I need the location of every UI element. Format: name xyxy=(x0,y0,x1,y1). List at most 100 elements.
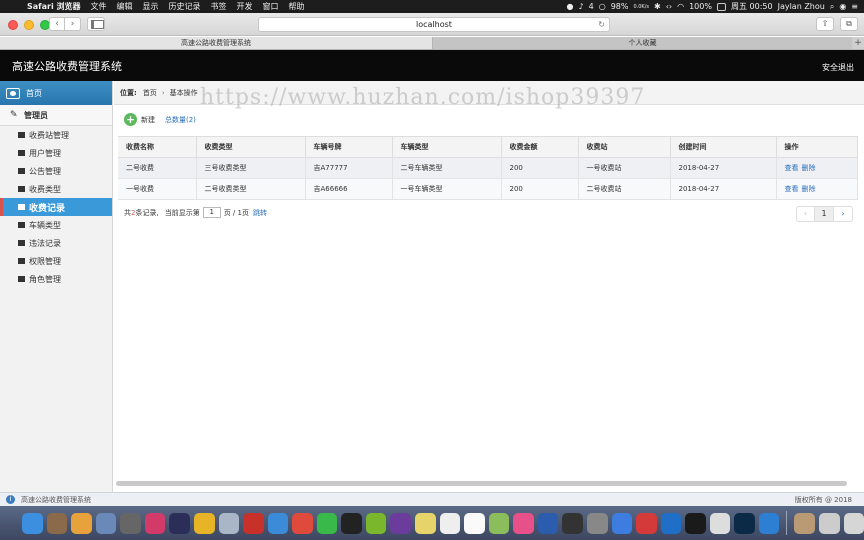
delete-link[interactable]: 删除 xyxy=(802,164,816,172)
page-1-button[interactable]: 1 xyxy=(815,206,834,222)
browser-icon[interactable] xyxy=(758,512,780,534)
downloads-icon[interactable] xyxy=(818,512,840,534)
sidebar-toggle-button[interactable] xyxy=(87,17,105,31)
battery-icon[interactable] xyxy=(716,2,726,11)
view-link[interactable]: 查看 xyxy=(785,185,799,193)
axure-icon[interactable] xyxy=(390,512,411,534)
qq-icon[interactable] xyxy=(341,512,362,534)
circle-icon[interactable]: ○ xyxy=(599,2,606,11)
prev-page-button[interactable]: ‹ xyxy=(796,206,815,222)
browser-tab-strip: 高速公路收费管理系统 个人收藏 + xyxy=(0,37,864,50)
bell-icon[interactable]: ♪ xyxy=(579,2,584,11)
minimize-window-button[interactable] xyxy=(24,20,34,30)
address-bar[interactable]: localhost ↻ xyxy=(258,17,610,32)
table-row[interactable]: 一号收费 二号收费类型 吉A66666 一号车辆类型 200 二号收费站 201… xyxy=(118,178,858,200)
jump-link[interactable]: 跳转 xyxy=(253,208,267,218)
photos-icon[interactable] xyxy=(71,512,92,534)
teamviewer-icon[interactable] xyxy=(660,512,682,534)
baidu-cloud-icon[interactable] xyxy=(611,512,633,534)
menu-history[interactable]: 历史记录 xyxy=(169,1,201,12)
bluetooth-icon[interactable]: ✱ xyxy=(654,2,661,11)
stickies-icon[interactable] xyxy=(415,512,436,534)
chrome-icon[interactable] xyxy=(365,512,387,534)
tab-system[interactable]: 高速公路收费管理系统 xyxy=(0,37,433,49)
sidebar-home-label: 首页 xyxy=(26,88,42,98)
table-row[interactable]: 二号收费 三号收费类型 吉A77777 二号车辆类型 200 一号收费站 201… xyxy=(118,157,858,179)
mail-icon[interactable] xyxy=(292,512,313,534)
menu-app-name[interactable]: Safari 浏览器 xyxy=(27,1,81,12)
word-icon[interactable] xyxy=(537,512,559,534)
new-button[interactable]: 新建 xyxy=(141,115,155,125)
database-icon[interactable] xyxy=(218,512,240,534)
sidebar-item-label: 用户管理 xyxy=(29,148,61,158)
vm-icon[interactable] xyxy=(636,512,657,534)
show-tabs-button[interactable]: ⧉ xyxy=(840,17,858,31)
menu-file[interactable]: 文件 xyxy=(91,1,107,12)
forward-button[interactable]: › xyxy=(65,17,81,31)
horizontal-scrollbar[interactable] xyxy=(116,481,847,486)
menu-develop[interactable]: 开发 xyxy=(237,1,253,12)
share-button[interactable]: ⇧ xyxy=(816,17,834,31)
sidebar-item-notices[interactable]: 公告管理 xyxy=(0,162,112,180)
textedit-icon[interactable] xyxy=(439,512,461,534)
photoshop-icon[interactable] xyxy=(734,512,755,534)
sidebar-group-admin[interactable]: ✎ 管理员 xyxy=(0,105,112,126)
menu-edit[interactable]: 编辑 xyxy=(117,1,133,12)
sidebar-item-station[interactable]: 收费站管理 xyxy=(0,126,112,144)
menu-help[interactable]: 帮助 xyxy=(289,1,305,12)
logout-link[interactable]: 安全退出 xyxy=(822,62,854,73)
tab-favorites[interactable]: 个人收藏 xyxy=(433,37,852,49)
preview-icon[interactable] xyxy=(95,512,117,534)
wechat-icon[interactable]: ● xyxy=(567,2,574,11)
siri-icon[interactable]: ◉ xyxy=(839,2,846,11)
script-editor-icon[interactable] xyxy=(709,512,731,534)
launchpad-icon[interactable] xyxy=(120,512,141,534)
search-icon[interactable]: ⌕ xyxy=(830,2,834,12)
sidebar-item-label: 收费记录 xyxy=(29,203,66,214)
sidebar-item-violations[interactable]: 违法记录 xyxy=(0,234,112,252)
documents-icon[interactable] xyxy=(794,512,815,534)
sidebar-home[interactable]: 首页 xyxy=(0,81,112,105)
system-prefs-icon[interactable] xyxy=(586,512,608,534)
cell-amount: 200 xyxy=(501,178,579,200)
notes-app-icon[interactable] xyxy=(46,512,68,534)
finder-icon[interactable] xyxy=(22,512,43,534)
back-button[interactable]: ‹ xyxy=(49,17,65,31)
wechat-dock-icon[interactable] xyxy=(316,512,338,534)
fee-records-table: 收费名称 收费类型 车辆号牌 车辆类型 收费金额 收费站 创建时间 操作 二号收… xyxy=(118,136,858,200)
redis-icon[interactable] xyxy=(243,512,264,534)
menu-window[interactable]: 窗口 xyxy=(263,1,279,12)
delete-link[interactable]: 删除 xyxy=(802,185,816,193)
menu-bookmarks[interactable]: 书签 xyxy=(211,1,227,12)
maps-icon[interactable] xyxy=(488,512,510,534)
trash-icon[interactable] xyxy=(843,512,864,534)
page-number-input[interactable]: 1 xyxy=(202,207,221,218)
sidebar-item-roles[interactable]: 角色管理 xyxy=(0,270,112,288)
next-page-button[interactable]: › xyxy=(834,206,853,222)
add-icon[interactable]: + xyxy=(124,113,137,126)
user-name[interactable]: Jaylan Zhou xyxy=(778,2,825,11)
new-tab-button[interactable]: + xyxy=(852,37,864,49)
wifi-icon[interactable]: ◠ xyxy=(677,2,684,11)
tomcat-icon[interactable] xyxy=(193,512,215,534)
calendar-icon[interactable] xyxy=(464,512,485,534)
intellij-icon[interactable] xyxy=(144,512,166,534)
reload-icon[interactable]: ↻ xyxy=(598,18,605,31)
view-link[interactable]: 查看 xyxy=(785,164,799,172)
sidebar-item-users[interactable]: 用户管理 xyxy=(0,144,112,162)
clock[interactable]: 周五 00:50 xyxy=(731,1,773,12)
eclipse-icon[interactable] xyxy=(169,512,190,534)
close-window-button[interactable] xyxy=(8,20,18,30)
sidebar-item-permissions[interactable]: 权限管理 xyxy=(0,252,112,270)
breadcrumb-home[interactable]: 首页 xyxy=(143,88,157,98)
qq-chat-icon[interactable] xyxy=(685,512,706,534)
sidebar-item-vehicle-types[interactable]: 车辆类型 xyxy=(0,216,112,234)
itunes-icon[interactable] xyxy=(513,512,534,534)
sidebar-item-fee-types[interactable]: 收费类型 xyxy=(0,180,112,198)
safari-icon[interactable] xyxy=(267,512,289,534)
sidebar-item-fee-records[interactable]: 收费记录 xyxy=(0,198,112,216)
activity-monitor-icon[interactable] xyxy=(562,512,583,534)
menu-view[interactable]: 显示 xyxy=(143,1,159,12)
menu-list-icon[interactable]: ≡ xyxy=(851,2,858,11)
code-icon[interactable]: ‹› xyxy=(666,2,672,11)
